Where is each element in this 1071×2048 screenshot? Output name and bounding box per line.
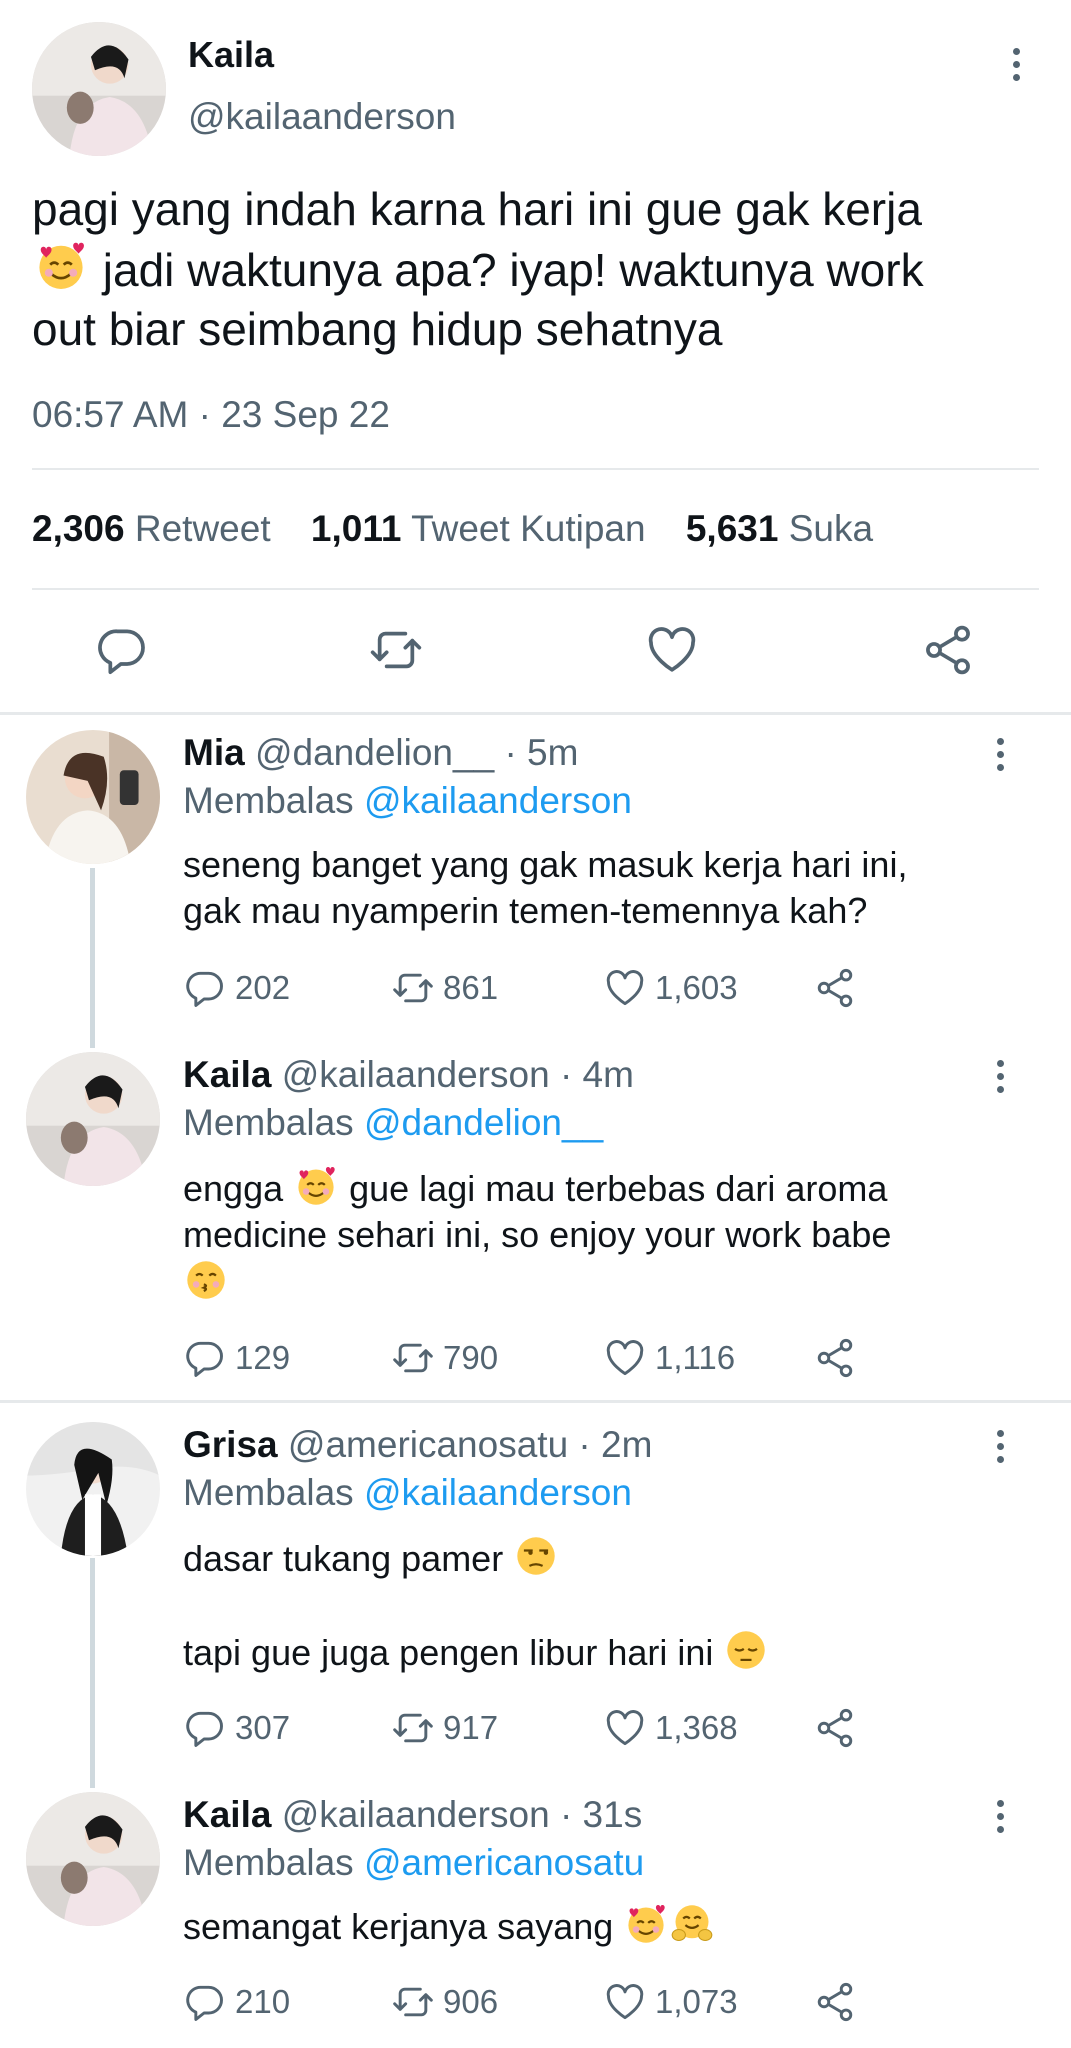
reply-button[interactable] xyxy=(94,622,150,678)
heart-icon xyxy=(603,1706,647,1750)
divider xyxy=(32,468,1039,470)
more-vertical-icon[interactable] xyxy=(990,1426,1010,1466)
retweet-count[interactable]: 2,306 Retweet xyxy=(32,508,271,549)
smiling-face-with-hearts-emoji xyxy=(32,239,90,293)
retweet-icon xyxy=(391,1706,435,1750)
reply-actions: 307 917 1,368 xyxy=(183,1706,883,1752)
retweet-button[interactable]: 917 xyxy=(391,1706,498,1750)
reply-header: Grisa @americanosatu · 2m xyxy=(183,1424,652,1466)
tweet-author-name[interactable]: Kaila xyxy=(188,34,274,76)
hugging-face-emoji xyxy=(669,1902,715,1946)
avatar-kaila[interactable] xyxy=(26,1052,160,1186)
replying-to: Membalas @kailaanderson xyxy=(183,1472,632,1513)
smiling-face-with-hearts-emoji xyxy=(293,1164,339,1208)
retweet-icon xyxy=(368,622,424,678)
share-button[interactable] xyxy=(813,1980,857,2024)
reply-text: dasar tukang pamer tapi gue juga pengen … xyxy=(183,1534,1023,1676)
reply-meta[interactable]: @dandelion__ · 5m xyxy=(245,732,579,773)
share-button[interactable] xyxy=(813,1336,857,1380)
heart-icon xyxy=(603,966,647,1010)
pensive-face-emoji xyxy=(723,1628,769,1672)
avatar-grisa[interactable] xyxy=(26,1422,160,1556)
replying-to: Membalas @americanosatu xyxy=(183,1842,645,1883)
comment-icon xyxy=(94,622,150,678)
reply-button[interactable]: 307 xyxy=(183,1706,290,1750)
tweet-stats: 2,306 Retweet 1,011 Tweet Kutipan 5,631 … xyxy=(32,508,873,550)
reply-text: seneng banget yang gak masuk kerja hari … xyxy=(183,844,908,931)
tweet-author-handle[interactable]: @kailaanderson xyxy=(188,96,456,138)
comment-icon xyxy=(183,1336,227,1380)
share-icon xyxy=(813,1980,857,2024)
tweet-timestamp[interactable]: 06:57 AM · 23 Sep 22 xyxy=(32,394,390,436)
avatar-mia[interactable] xyxy=(26,730,160,864)
comment-icon xyxy=(183,1980,227,2024)
retweet-button[interactable]: 861 xyxy=(391,966,498,1010)
unamused-face-emoji xyxy=(513,1534,559,1578)
reply-actions: 210 906 1,073 xyxy=(183,1980,883,2026)
heart-icon xyxy=(603,1980,647,2024)
reply-author-name[interactable]: Mia xyxy=(183,732,245,773)
divider xyxy=(32,588,1039,590)
more-vertical-icon[interactable] xyxy=(990,1796,1010,1836)
reply-meta[interactable]: @kailaanderson · 4m xyxy=(271,1054,634,1095)
retweet-icon xyxy=(391,966,435,1010)
comment-icon xyxy=(183,966,227,1010)
reply-actions: 202 861 1,603 xyxy=(183,966,883,1012)
more-vertical-icon[interactable] xyxy=(1006,44,1026,84)
reply-header: Kaila @kailaanderson · 31s xyxy=(183,1794,642,1836)
reply-meta[interactable]: @americanosatu · 2m xyxy=(278,1424,653,1465)
reply-actions: 129 790 1,116 xyxy=(183,1336,883,1382)
more-vertical-icon[interactable] xyxy=(990,1056,1010,1096)
mention-link[interactable]: @kailaanderson xyxy=(364,1472,632,1513)
thread-connector xyxy=(90,868,95,1048)
reply-header: Kaila @kailaanderson · 4m xyxy=(183,1054,634,1096)
reply-button[interactable]: 129 xyxy=(183,1336,290,1380)
retweet-button[interactable]: 790 xyxy=(391,1336,498,1380)
replying-to: Membalas @kailaanderson xyxy=(183,780,632,821)
reply-button[interactable]: 210 xyxy=(183,1980,290,2024)
thread-connector xyxy=(90,1558,95,1788)
share-icon xyxy=(813,1336,857,1380)
reply-header: Mia @dandelion__ · 5m xyxy=(183,732,578,774)
reply-author-name[interactable]: Kaila xyxy=(183,1054,271,1095)
smiling-face-with-hearts-emoji xyxy=(623,1902,669,1946)
reply-text: engga gue lagi mau terbebas dari aroma m… xyxy=(183,1164,1023,1306)
reply-author-name[interactable]: Grisa xyxy=(183,1424,278,1465)
like-button[interactable]: 1,603 xyxy=(603,966,738,1010)
reply-button[interactable]: 202 xyxy=(183,966,290,1010)
retweet-icon xyxy=(391,1336,435,1380)
heart-icon xyxy=(644,622,700,678)
reply-text: semangat kerjanya sayang xyxy=(183,1902,1023,1950)
share-icon xyxy=(920,622,976,678)
share-icon xyxy=(813,1706,857,1750)
divider xyxy=(0,712,1071,715)
heart-icon xyxy=(603,1336,647,1380)
like-button[interactable]: 1,368 xyxy=(603,1706,738,1750)
like-count[interactable]: 5,631 Suka xyxy=(686,508,873,549)
like-button[interactable] xyxy=(644,622,700,678)
more-vertical-icon[interactable] xyxy=(990,734,1010,774)
share-button[interactable] xyxy=(920,622,976,678)
retweet-button[interactable] xyxy=(368,622,424,678)
like-button[interactable]: 1,116 xyxy=(603,1336,735,1380)
mention-link[interactable]: @dandelion__ xyxy=(364,1102,603,1143)
mention-link[interactable]: @kailaanderson xyxy=(364,780,632,821)
mention-link[interactable]: @americanosatu xyxy=(364,1842,644,1883)
avatar-kaila[interactable] xyxy=(32,22,166,156)
comment-icon xyxy=(183,1706,227,1750)
divider xyxy=(0,1400,1071,1403)
share-icon xyxy=(813,966,857,1010)
share-button[interactable] xyxy=(813,966,857,1010)
tweet-text: pagi yang indah karna hari ini gue gak k… xyxy=(32,183,924,355)
replying-to: Membalas @dandelion__ xyxy=(183,1102,604,1143)
share-button[interactable] xyxy=(813,1706,857,1750)
reply-author-name[interactable]: Kaila xyxy=(183,1794,271,1835)
reply-meta[interactable]: @kailaanderson · 31s xyxy=(271,1794,643,1835)
retweet-button[interactable]: 906 xyxy=(391,1980,498,2024)
retweet-icon xyxy=(391,1980,435,2024)
avatar-kaila[interactable] xyxy=(26,1792,160,1926)
kissing-face-emoji xyxy=(183,1258,229,1302)
like-button[interactable]: 1,073 xyxy=(603,1980,738,2024)
quote-count[interactable]: 1,011 Tweet Kutipan xyxy=(311,508,646,549)
